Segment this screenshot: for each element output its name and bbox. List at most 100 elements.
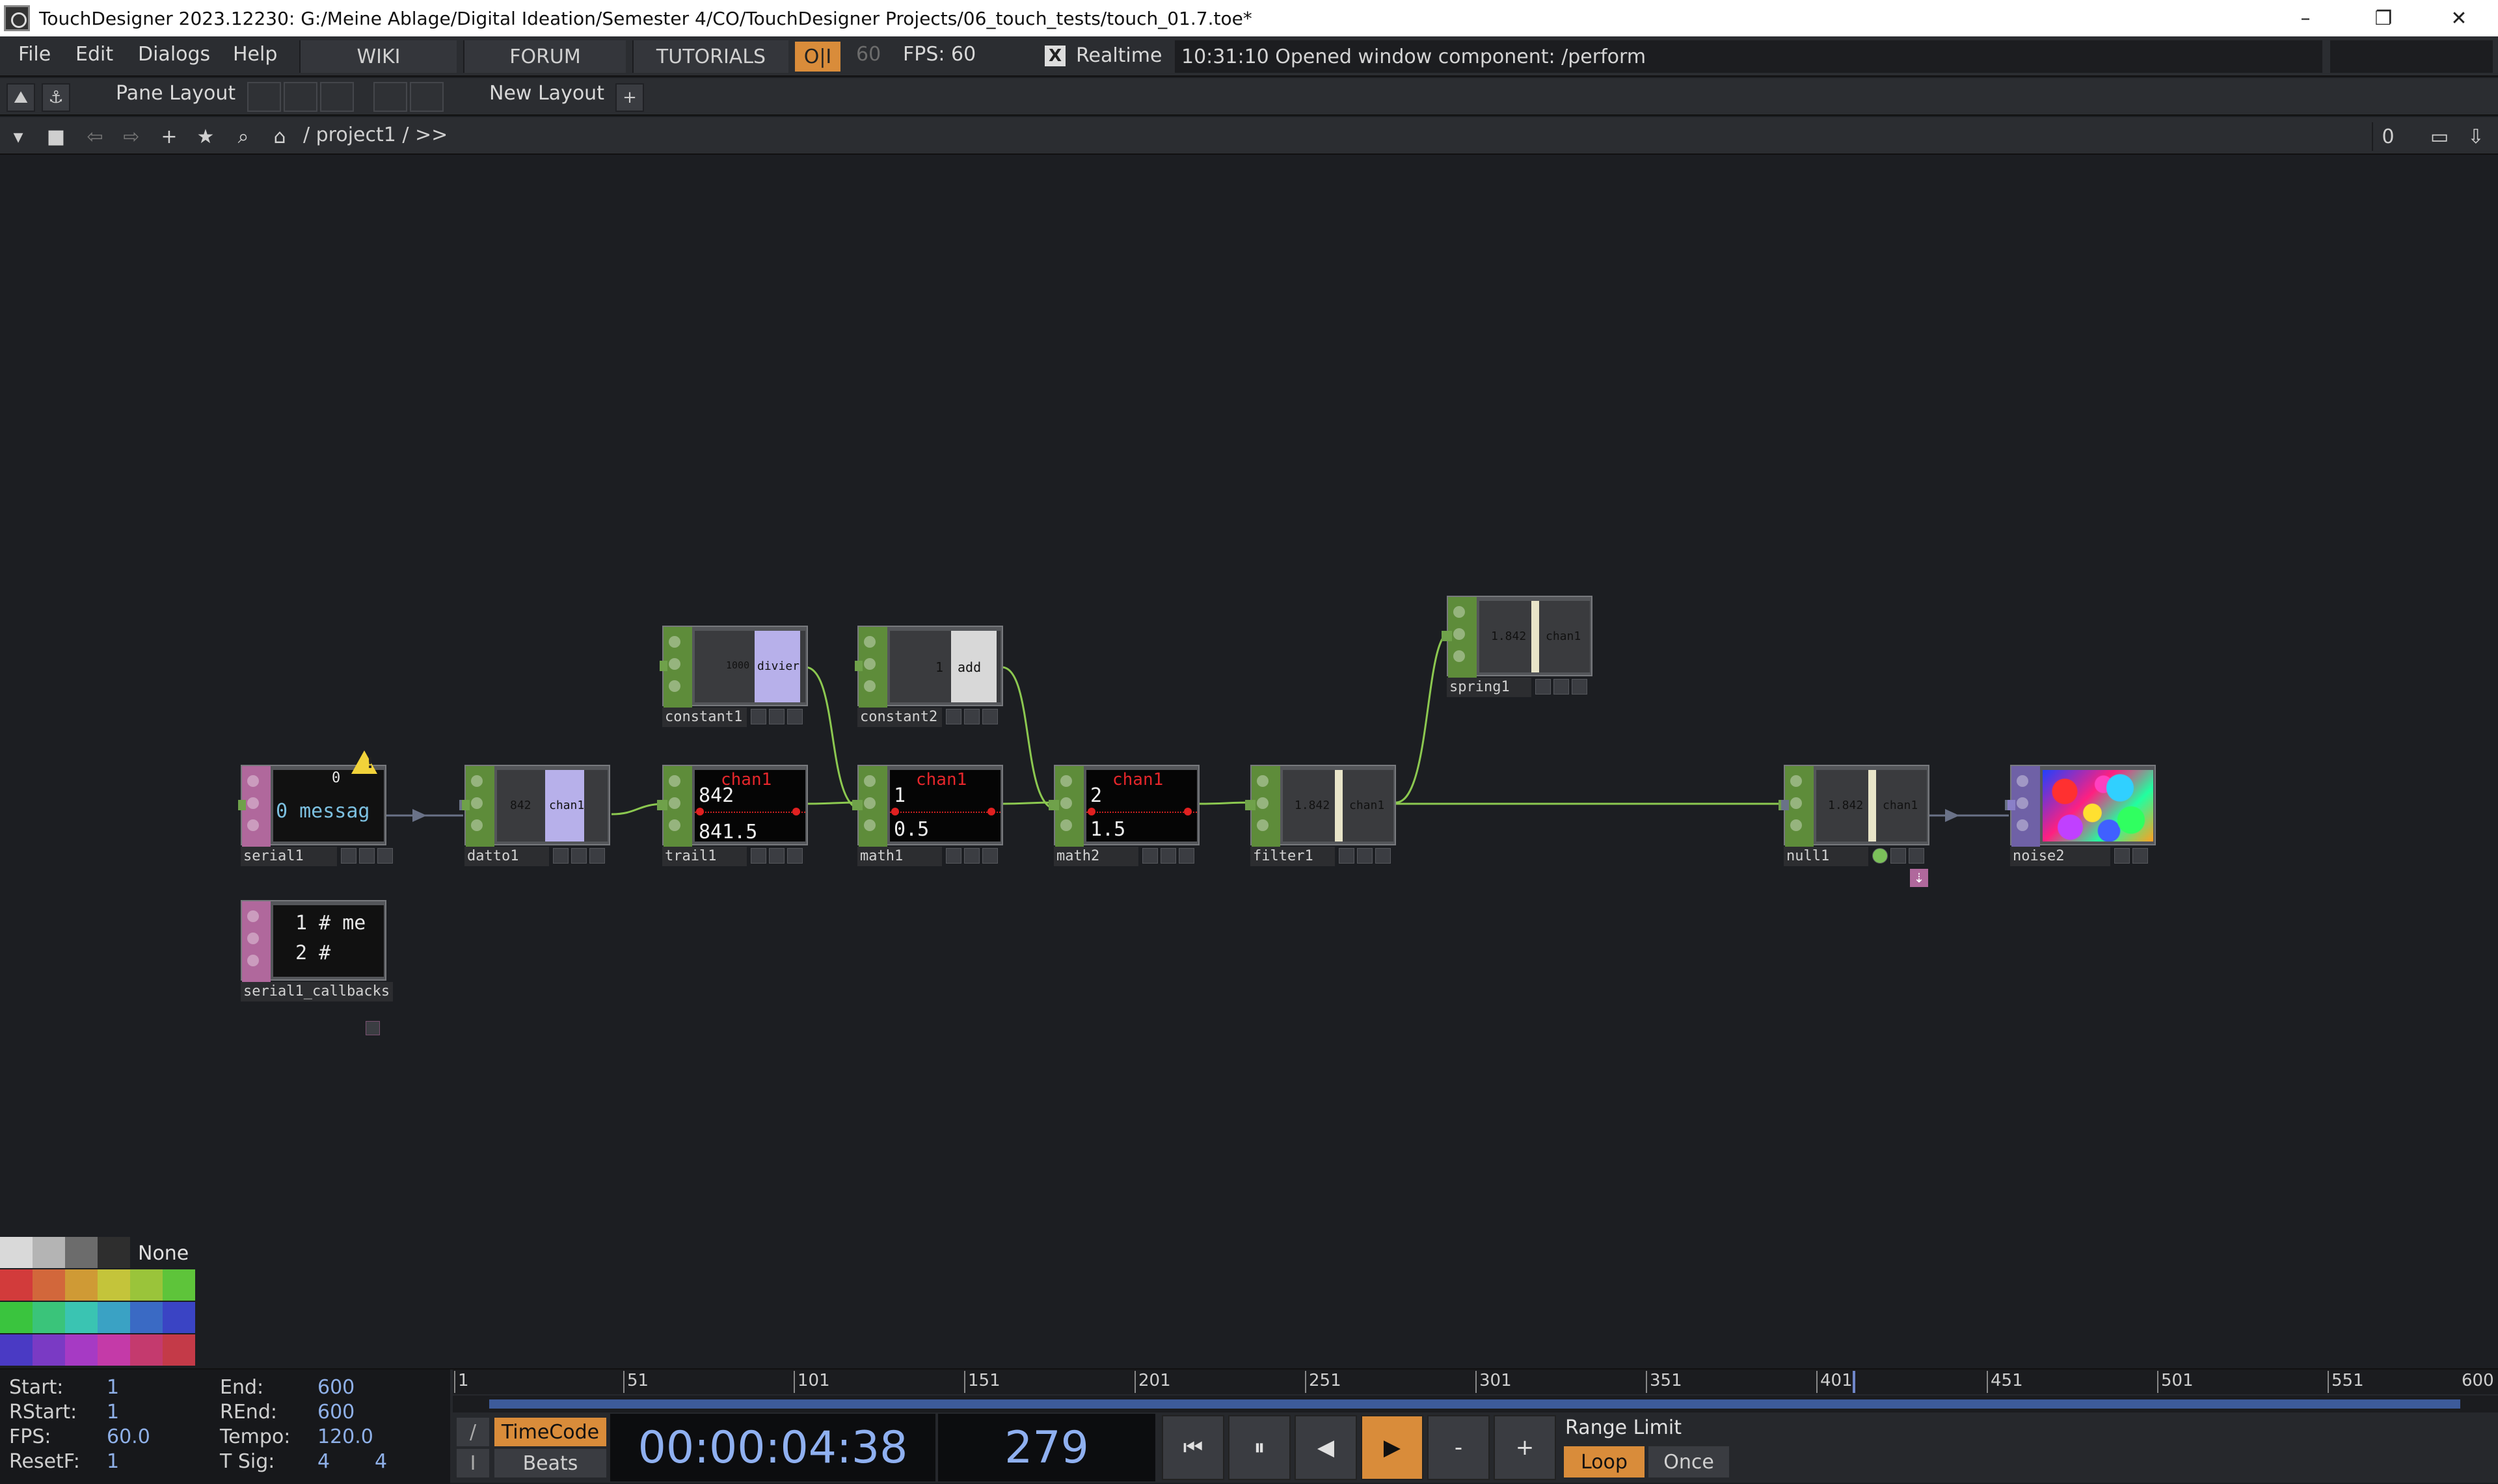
back-arrow-icon[interactable]: ⇦	[82, 124, 108, 150]
node-face[interactable]: 1.842 chan1	[1447, 596, 1592, 678]
node-flags[interactable]	[946, 709, 998, 726]
start-value[interactable]: 1	[107, 1376, 119, 1399]
palette-swatch[interactable]	[130, 1302, 163, 1333]
forum-button[interactable]: FORUM	[463, 40, 626, 73]
output-connector[interactable]	[1051, 800, 1059, 810]
node-face[interactable]: 0 0 messag	[241, 765, 386, 847]
node-flags[interactable]	[751, 709, 803, 726]
pane-type-icon[interactable]: ⚓	[42, 83, 70, 112]
tsig-denominator[interactable]: 4	[375, 1450, 387, 1473]
stop-icon[interactable]: ■	[43, 124, 69, 150]
palette-swatch[interactable]	[163, 1302, 195, 1333]
output-connector[interactable]	[855, 800, 863, 810]
node-label[interactable]: constant1	[662, 708, 747, 727]
node-flags[interactable]	[1339, 848, 1391, 865]
node-face[interactable]: 1 # me 2 #	[241, 900, 386, 982]
palette-swatch[interactable]	[0, 1334, 33, 1366]
tempo-value[interactable]: 120.0	[317, 1425, 373, 1448]
node-flags[interactable]	[1142, 848, 1194, 865]
node-flags[interactable]	[751, 848, 803, 865]
timecode-toggle[interactable]: TimeCode	[494, 1418, 606, 1446]
output-connector[interactable]	[1248, 800, 1256, 810]
node-flags[interactable]	[1535, 679, 1587, 696]
palette-swatch[interactable]	[33, 1237, 65, 1268]
forward-arrow-icon[interactable]: ⇨	[118, 124, 144, 150]
layout-three-pane-icon[interactable]	[373, 82, 407, 112]
perform-mode-toggle[interactable]: O|I	[795, 42, 840, 72]
node-flags[interactable]	[341, 848, 393, 865]
palette-swatch[interactable]	[65, 1269, 98, 1301]
node-label[interactable]: serial1_callbacks	[241, 982, 393, 1001]
palette-swatch[interactable]	[98, 1269, 130, 1301]
menu-edit[interactable]: Edit	[75, 43, 113, 66]
node-face[interactable]: 1 add	[857, 626, 1003, 708]
node-face[interactable]: chan1 842 841.5	[662, 765, 808, 847]
node-label[interactable]: trail1	[662, 847, 747, 866]
node-flags[interactable]	[1872, 848, 1924, 865]
palette-swatch[interactable]	[98, 1237, 130, 1268]
menu-help[interactable]: Help	[233, 43, 277, 66]
palette-swatch[interactable]	[163, 1269, 195, 1301]
node-label[interactable]: datto1	[464, 847, 549, 866]
import-down-icon[interactable]: ⇩	[2463, 124, 2489, 150]
fps-value[interactable]: 60.0	[107, 1425, 150, 1448]
network-path[interactable]: / project1 / >>	[303, 124, 448, 146]
step-minus-button[interactable]: -	[1427, 1415, 1490, 1480]
step-back-button[interactable]: ◀	[1295, 1415, 1357, 1480]
menu-dialogs[interactable]: Dialogs	[138, 43, 210, 66]
export-down-icon[interactable]: ⇣	[1910, 869, 1928, 887]
timeline-scrollbar[interactable]	[453, 1396, 2498, 1412]
layout-single-icon[interactable]	[247, 82, 281, 112]
palette-swatch[interactable]	[130, 1269, 163, 1301]
dropdown-arrow-icon[interactable]: ▾	[5, 124, 31, 150]
once-button[interactable]: Once	[1648, 1446, 1729, 1477]
close-button[interactable]: ✕	[2420, 0, 2498, 36]
output-connector[interactable]	[660, 800, 667, 810]
node-flags[interactable]	[553, 848, 605, 865]
to-start-button[interactable]: ⏮	[1162, 1415, 1224, 1480]
scrollbar-thumb[interactable]	[489, 1399, 2460, 1409]
timecode-display[interactable]: 00:00:04:38	[610, 1414, 935, 1481]
tsig-numerator[interactable]: 4	[317, 1450, 330, 1473]
beats-toggle[interactable]: Beats	[494, 1449, 606, 1477]
palette-swatch[interactable]	[33, 1334, 65, 1366]
resetf-value[interactable]: 1	[107, 1450, 119, 1473]
output-connector[interactable]	[660, 661, 667, 671]
node-label[interactable]: spring1	[1447, 678, 1531, 697]
palette-swatch[interactable]	[33, 1269, 65, 1301]
restore-button[interactable]: ❐	[2344, 0, 2423, 36]
fps-cap[interactable]: 60	[856, 43, 881, 66]
timeline-ruler[interactable]: 1 51 101 151 201 251 301 351 401 451 501…	[453, 1370, 2498, 1394]
maximize-pane-icon[interactable]: ▭	[2426, 124, 2452, 150]
node-label[interactable]: constant2	[857, 708, 942, 727]
palette-swatch[interactable]	[65, 1334, 98, 1366]
palette-swatch[interactable]	[0, 1269, 33, 1301]
node-face[interactable]: chan1 1 0.5	[857, 765, 1003, 847]
node-flags[interactable]	[2114, 848, 2166, 865]
palette-swatch[interactable]	[163, 1334, 195, 1366]
tutorials-button[interactable]: TUTORIALS	[632, 40, 788, 73]
palette-swatch[interactable]	[98, 1302, 130, 1333]
node-flags[interactable]	[946, 848, 998, 865]
output-connector[interactable]	[462, 800, 470, 810]
i-button[interactable]: I	[457, 1449, 489, 1477]
node-face[interactable]	[2010, 765, 2156, 847]
home-icon[interactable]: ⌂	[267, 124, 293, 150]
frame-display[interactable]: 279	[938, 1414, 1155, 1481]
network-editor[interactable]: 0 0 messag serial1 ! 1 # me 2 # serial1_…	[0, 156, 2498, 1341]
node-label[interactable]: noise2	[2010, 847, 2110, 866]
slash-button[interactable]: /	[457, 1418, 489, 1446]
wiki-button[interactable]: WIKI	[299, 40, 457, 73]
callbacks-link-icon[interactable]	[366, 1021, 380, 1035]
node-face[interactable]: 1.842 chan1	[1250, 765, 1396, 847]
rend-value[interactable]: 600	[317, 1401, 355, 1424]
palette-swatch[interactable]	[33, 1302, 65, 1333]
network-view-icon[interactable]: ⛰	[7, 83, 35, 112]
palette-swatch[interactable]	[65, 1237, 98, 1268]
output-connector[interactable]	[238, 800, 246, 810]
palette-none-option[interactable]: None	[138, 1242, 189, 1265]
layout-split-horizontal-icon[interactable]	[320, 82, 354, 112]
node-label[interactable]: filter1	[1250, 847, 1335, 866]
loop-button[interactable]: Loop	[1564, 1446, 1645, 1477]
pause-button[interactable]: ⏸	[1228, 1415, 1291, 1480]
